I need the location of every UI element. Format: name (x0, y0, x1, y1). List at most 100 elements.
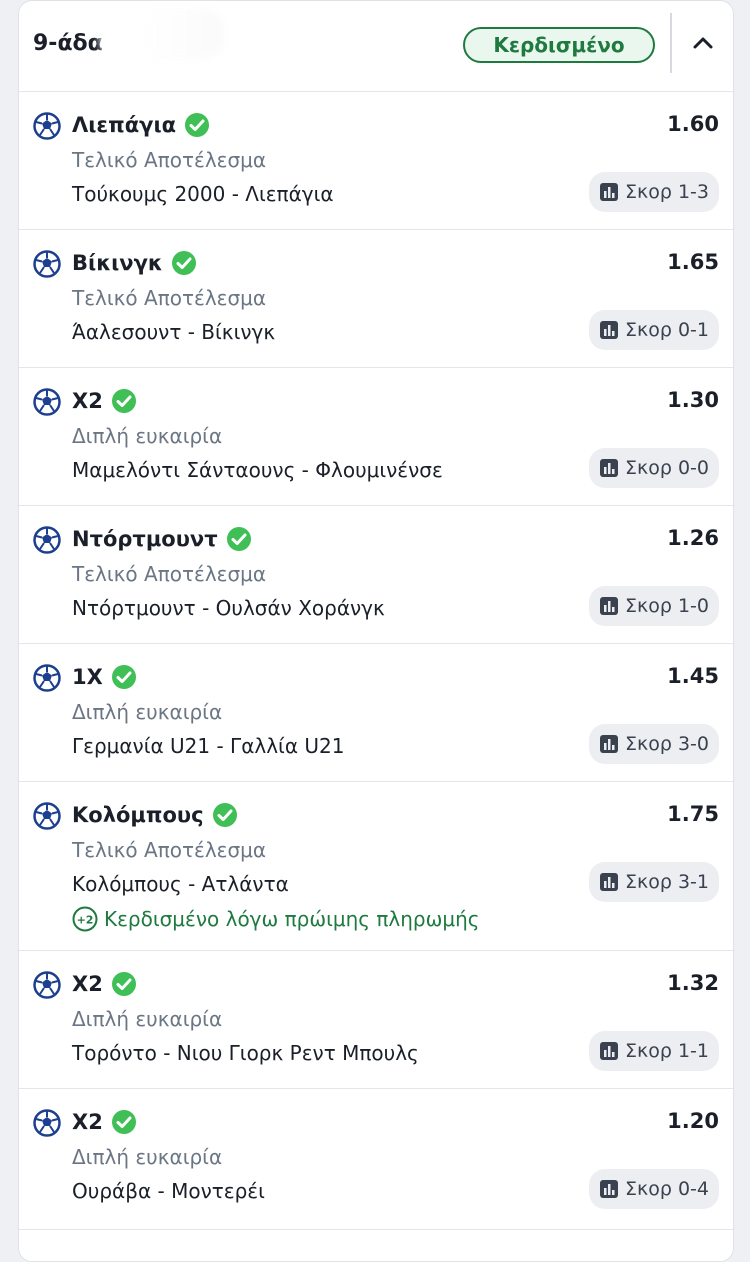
score-button[interactable]: Σκορ 3-0 (589, 724, 719, 764)
bet-row: Κολόμπους 1.75 Τελικό Αποτέλεσμα Κολόμπο… (19, 782, 733, 951)
football-icon (33, 802, 61, 830)
odds-value: 1.30 (667, 388, 719, 412)
market-label: Διπλή ευκαιρία (72, 424, 223, 448)
selection-label: Χ2 (72, 972, 103, 996)
stats-icon (600, 459, 619, 477)
score-button[interactable]: Σκορ 1-3 (589, 172, 719, 212)
stats-icon (600, 183, 619, 201)
early-payout-note: +2 Κερδισμένο λόγω πρώιμης πληρωμής (72, 906, 480, 932)
bet-row: Χ2 1.32 Διπλή ευκαιρία Τορόντο - Νιου Γι… (19, 951, 733, 1089)
selection-label: Βίκινγκ (72, 251, 163, 275)
market-label: Διπλή ευκαιρία (72, 1007, 223, 1031)
market-label: Διπλή ευκαιρία (72, 1145, 223, 1169)
selection: Λιεπάγια (72, 112, 210, 138)
collapse-button[interactable] (683, 23, 723, 63)
score-label: Σκορ 3-0 (625, 733, 709, 755)
divider (670, 13, 672, 73)
check-circle-icon (212, 803, 237, 827)
market-label: Τελικό Αποτέλεσμα (72, 562, 267, 586)
market-label: Τελικό Αποτέλεσμα (72, 148, 267, 172)
match-label: Ουράβα - Μοντερέι (72, 1179, 265, 1203)
stats-icon (600, 597, 619, 615)
check-circle-icon (111, 1110, 136, 1134)
selection: Ντόρτμουντ (72, 526, 252, 552)
status-badge: Κερδισμένο (463, 27, 655, 63)
score-button[interactable]: Σκορ 0-0 (589, 448, 719, 488)
bet-row: 1Χ 1.45 Διπλή ευκαιρία Γερμανία U21 - Γα… (19, 644, 733, 782)
selection-label: Χ2 (72, 389, 103, 413)
odds-value: 1.20 (667, 1109, 719, 1133)
stats-icon (600, 735, 619, 753)
chevron-up-icon (693, 37, 713, 49)
selection-label: Ντόρτμουντ (72, 527, 218, 551)
match-label: Τορόντο - Νιου Γιορκ Ρεντ Μπουλς (72, 1041, 419, 1065)
early-payout-label: Κερδισμένο λόγω πρώιμης πληρωμής (104, 907, 480, 931)
bet-row: Χ2 1.30 Διπλή ευκαιρία Μαμελόντι Σάνταου… (19, 368, 733, 506)
football-icon (33, 112, 61, 140)
selection: Χ2 (72, 388, 137, 414)
match-label: Μαμελόντι Σάνταουνς - Φλουμινένσε (72, 458, 443, 482)
score-label: Σκορ 0-4 (625, 1178, 709, 1200)
selection: Βίκινγκ (72, 250, 197, 276)
bet-row: Ντόρτμουντ 1.26 Τελικό Αποτέλεσμα Ντόρτμ… (19, 506, 733, 644)
football-icon (33, 1109, 61, 1137)
redacted-area (99, 9, 224, 59)
selection: Χ2 (72, 971, 137, 997)
check-circle-icon (171, 251, 196, 275)
score-label: Σκορ 0-0 (625, 457, 709, 479)
match-label: Ντόρτμουντ - Ουλσάν Χοράνγκ (72, 596, 385, 620)
selection-label: Χ2 (72, 1110, 103, 1134)
odds-value: 1.60 (667, 112, 719, 136)
stats-icon (600, 873, 619, 891)
stats-icon (600, 1042, 619, 1060)
match-label: Άαλεσουντ - Βίκινγκ (72, 320, 276, 344)
bet-row: Χ2 1.20 Διπλή ευκαιρία Ουράβα - Μοντερέι… (19, 1089, 733, 1230)
check-circle-icon (111, 665, 136, 689)
market-label: Τελικό Αποτέλεσμα (72, 286, 267, 310)
selection: Κολόμπους (72, 802, 238, 828)
odds-value: 1.65 (667, 250, 719, 274)
early-badge-text: +2 (77, 914, 94, 927)
score-button[interactable]: Σκορ 0-4 (589, 1169, 719, 1209)
football-icon (33, 526, 61, 554)
selection: Χ2 (72, 1109, 137, 1135)
football-icon (33, 388, 61, 416)
bet-slip-card: 9-άδα Κερδισμένο Λιεπάγια 1.60 Τελικό Απ… (18, 0, 734, 1262)
check-circle-icon (111, 389, 136, 413)
selection-label: Κολόμπους (72, 803, 204, 827)
selection-label: 1Χ (72, 665, 103, 689)
football-icon (33, 250, 61, 278)
score-button[interactable]: Σκορ 3-1 (589, 862, 719, 902)
football-icon (33, 664, 61, 692)
check-circle-icon (111, 972, 136, 996)
stats-icon (600, 321, 619, 339)
score-label: Σκορ 1-0 (625, 595, 709, 617)
bet-type-title: 9-άδα (33, 31, 103, 56)
odds-value: 1.32 (667, 971, 719, 995)
odds-value: 1.26 (667, 526, 719, 550)
bet-row: Βίκινγκ 1.65 Τελικό Αποτέλεσμα Άαλεσουντ… (19, 230, 733, 368)
check-circle-icon (185, 113, 210, 137)
score-label: Σκορ 3-1 (625, 871, 709, 893)
match-label: Γερμανία U21 - Γαλλία U21 (72, 734, 345, 758)
score-label: Σκορ 0-1 (625, 319, 709, 341)
odds-value: 1.75 (667, 802, 719, 826)
score-button[interactable]: Σκορ 0-1 (589, 310, 719, 350)
match-label: Κολόμπους - Ατλάντα (72, 872, 289, 896)
market-label: Τελικό Αποτέλεσμα (72, 838, 267, 862)
check-circle-icon (226, 527, 251, 551)
match-label: Τούκουμς 2000 - Λιεπάγια (72, 182, 334, 206)
score-label: Σκορ 1-3 (625, 181, 709, 203)
bet-row: Λιεπάγια 1.60 Τελικό Αποτέλεσμα Τούκουμς… (19, 92, 733, 230)
stats-icon (600, 1180, 619, 1198)
score-label: Σκορ 1-1 (625, 1040, 709, 1062)
bet-slip-header[interactable]: 9-άδα Κερδισμένο (19, 1, 733, 92)
market-label: Διπλή ευκαιρία (72, 700, 223, 724)
plus-two-circle-icon: +2 (72, 906, 98, 932)
odds-value: 1.45 (667, 664, 719, 688)
selection: 1Χ (72, 664, 137, 690)
selection-label: Λιεπάγια (72, 113, 177, 137)
score-button[interactable]: Σκορ 1-0 (589, 586, 719, 626)
score-button[interactable]: Σκορ 1-1 (589, 1031, 719, 1071)
football-icon (33, 971, 61, 999)
